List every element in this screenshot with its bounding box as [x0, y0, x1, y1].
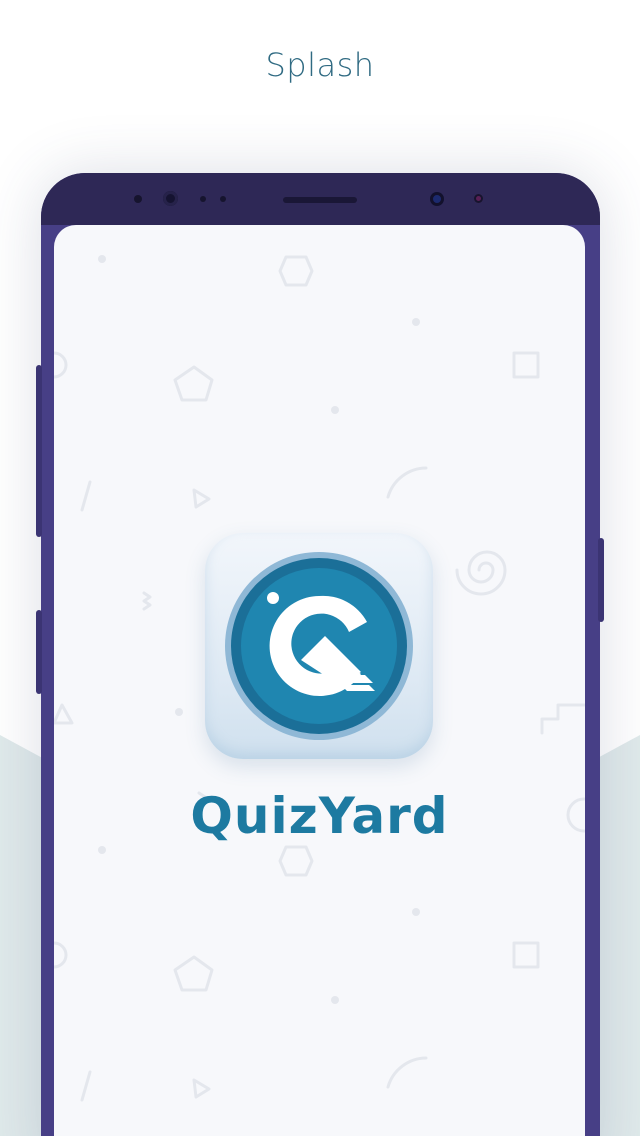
front-camera-icon: [163, 191, 178, 206]
iris-camera-icon: [430, 192, 444, 206]
sensor-dot: [200, 196, 206, 202]
earpiece-speaker: [283, 197, 357, 203]
page-title: Splash: [265, 46, 375, 84]
splash-showcase: Splash QuizYard: [0, 0, 640, 1136]
proximity-sensor: [134, 195, 142, 203]
power-button[interactable]: [598, 538, 604, 622]
volume-up-button[interactable]: [36, 365, 42, 537]
app-name: QuizYard: [190, 787, 449, 845]
sensor-dot: [220, 196, 226, 202]
led-indicator: [474, 194, 483, 203]
app-logo: [205, 533, 433, 759]
splash-screen: QuizYard: [54, 225, 585, 1136]
volume-down-button[interactable]: [36, 610, 42, 694]
quiz-q-icon: [225, 552, 413, 740]
